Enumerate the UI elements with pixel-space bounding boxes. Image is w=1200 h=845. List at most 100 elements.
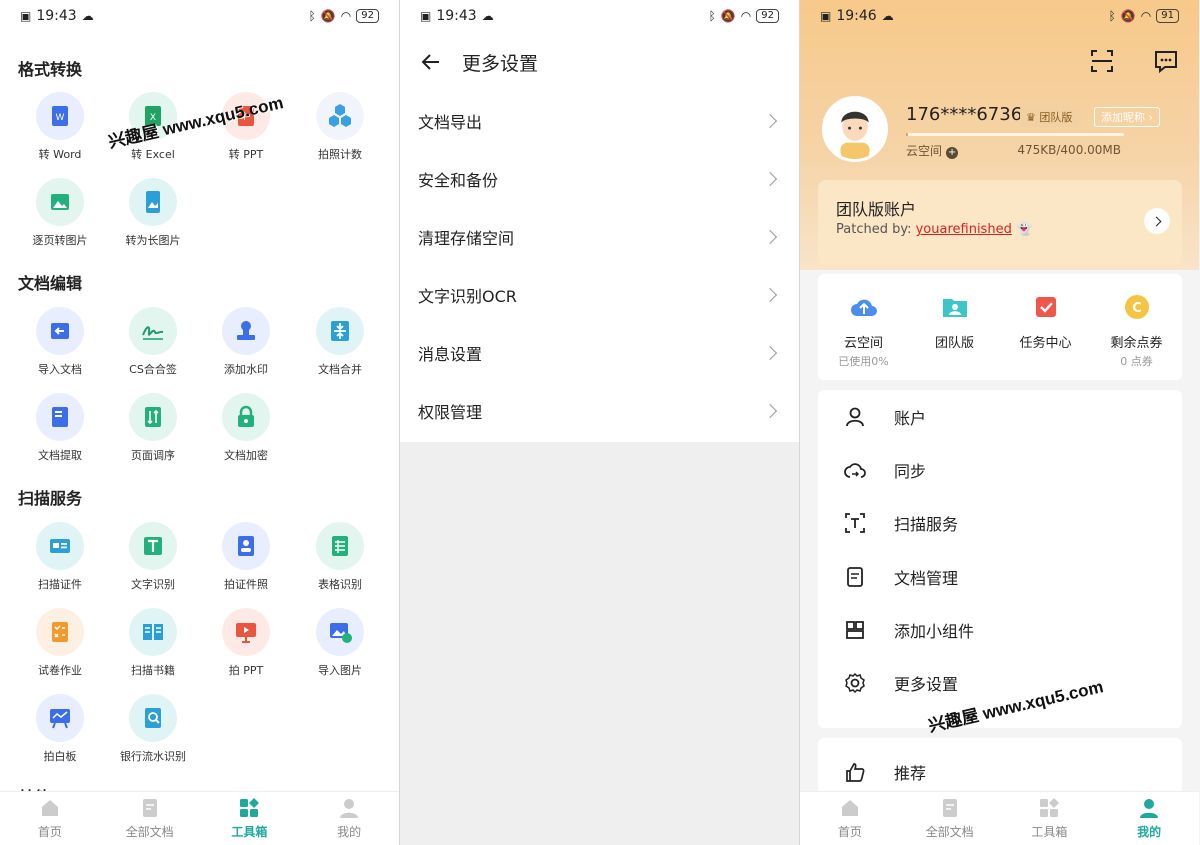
tool-import-doc[interactable]: 导入文档 — [14, 307, 106, 377]
scan-icon[interactable] — [1089, 48, 1115, 74]
tool-whiteboard[interactable]: 拍白板 — [14, 694, 106, 764]
portrait-icon — [222, 522, 270, 570]
merge-icon — [316, 307, 364, 355]
team-arrow-button[interactable] — [1144, 208, 1170, 234]
team-badge: ♛ 团队版 — [1020, 107, 1079, 127]
quick-points[interactable]: C 剩余点券 0 点券 — [1091, 274, 1182, 380]
menu-doc-management[interactable]: 文档管理 — [818, 550, 1182, 603]
menu-add-widget[interactable]: 添加小组件 — [818, 603, 1182, 656]
setting-doc-export[interactable]: 文档导出 — [400, 92, 799, 150]
tab-label: 工具箱 — [231, 825, 268, 839]
tab-label: 我的 — [1137, 825, 1162, 839]
patched-author-link[interactable]: youarefinished — [916, 222, 1012, 237]
toolbox-icon — [240, 798, 260, 817]
tool-table-ocr[interactable]: 表格识别 — [294, 522, 386, 592]
tab-all-docs[interactable]: 全部文档 — [900, 792, 1000, 845]
setting-label: 消息设置 — [418, 345, 483, 364]
setting-label: 清理存储空间 — [418, 229, 515, 248]
tool-reorder[interactable]: 页面调序 — [107, 393, 199, 463]
coin-icon: C — [1124, 295, 1149, 319]
thumbs-up-icon — [846, 763, 865, 782]
tab-toolbox[interactable]: 工具箱 — [200, 792, 300, 845]
tool-label: 导入图片 — [318, 664, 362, 677]
mute-icon: 🔕 — [1120, 9, 1136, 23]
table-icon — [316, 522, 364, 570]
quick-cloud[interactable]: 云空间 已使用0% — [818, 274, 909, 380]
tab-home[interactable]: 首页 — [0, 792, 100, 845]
tool-to-word[interactable]: W 转 Word — [14, 92, 106, 162]
tool-photo-ppt[interactable]: 拍 PPT — [200, 608, 292, 678]
setting-ocr[interactable]: 文字识别OCR — [400, 266, 799, 324]
tab-label: 首页 — [837, 825, 862, 839]
tool-label: 拍 PPT — [228, 664, 264, 677]
back-arrow-icon[interactable] — [420, 51, 442, 73]
sim-icon: ▣ — [20, 9, 32, 23]
tool-exam[interactable]: 试卷作业 — [14, 608, 106, 678]
tool-label: 页面调序 — [131, 449, 175, 462]
tool-page-to-image[interactable]: 逐页转图片 — [14, 178, 106, 248]
book-icon — [129, 608, 177, 656]
tool-label: 拍白板 — [43, 750, 77, 763]
tool-cs-sign[interactable]: CS合合签 — [107, 307, 199, 377]
tab-home[interactable]: 首页 — [800, 792, 900, 845]
cloud-space-link[interactable]: 云空间 + — [906, 142, 959, 159]
menu-sync[interactable]: 同步 — [818, 443, 1182, 496]
tool-watermark[interactable]: 添加水印 — [200, 307, 292, 377]
tab-mine[interactable]: 我的 — [299, 792, 399, 845]
tool-merge[interactable]: 文档合并 — [294, 307, 386, 377]
home-icon — [41, 800, 58, 816]
tool-bank-ocr[interactable]: 银行流水识别 — [107, 694, 199, 764]
tab-toolbox[interactable]: 工具箱 — [1000, 792, 1100, 845]
cloud-upload-icon — [850, 299, 877, 316]
widget-icon — [846, 620, 864, 639]
tool-photo-count[interactable]: 拍照计数 — [294, 92, 386, 162]
quick-team[interactable]: 团队版 — [909, 274, 1000, 380]
tab-mine[interactable]: 我的 — [1099, 792, 1199, 845]
avatar-illustration — [825, 99, 885, 159]
page-title: 更多设置 — [462, 52, 539, 75]
tab-label: 全部文档 — [925, 825, 974, 839]
setting-security-backup[interactable]: 安全和备份 — [400, 150, 799, 208]
tool-import-image[interactable]: 导入图片 — [294, 608, 386, 678]
long-image-icon — [129, 178, 177, 226]
import-image-icon — [316, 608, 364, 656]
tab-label: 工具箱 — [1031, 825, 1068, 839]
tool-scan-id[interactable]: 扫描证件 — [14, 522, 106, 592]
document-icon — [142, 799, 157, 817]
text-icon — [129, 522, 177, 570]
setting-message[interactable]: 消息设置 — [400, 324, 799, 382]
import-doc-icon — [36, 307, 84, 355]
team-title: 团队版账户 — [836, 200, 917, 219]
message-icon[interactable] — [1153, 48, 1179, 74]
tool-encrypt[interactable]: 文档加密 — [200, 393, 292, 463]
tab-bar: 首页 全部文档 工具箱 我的 — [800, 791, 1199, 845]
storage-progress-fill — [906, 133, 909, 136]
tool-ocr[interactable]: 文字识别 — [107, 522, 199, 592]
setting-clear-storage[interactable]: 清理存储空间 — [400, 208, 799, 266]
empty-area — [400, 442, 799, 845]
svg-text:C: C — [1132, 301, 1142, 316]
tool-id-photo[interactable]: 拍证件照 — [200, 522, 292, 592]
menu-scan-service[interactable]: 扫描服务 — [818, 497, 1182, 550]
wifi-icon: ◠ — [1140, 9, 1152, 23]
tab-all-docs[interactable]: 全部文档 — [100, 792, 200, 845]
settings-header: 更多设置 — [400, 32, 799, 92]
tab-label: 我的 — [337, 825, 362, 839]
svg-text:W: W — [56, 113, 65, 123]
chevron-right-icon — [762, 171, 778, 187]
add-nickname-button[interactable]: 添加昵称 › — [1094, 107, 1160, 127]
quick-tasks[interactable]: 任务中心 — [1000, 274, 1091, 380]
tool-extract[interactable]: 文档提取 — [14, 393, 106, 463]
tool-scan-book[interactable]: 扫描书籍 — [107, 608, 199, 678]
chevron-right-icon — [762, 345, 778, 361]
tool-to-long-image[interactable]: 转为长图片 — [107, 178, 199, 248]
team-account-card[interactable]: 团队版账户 Patched by: youarefinished 👻 — [818, 180, 1182, 266]
setting-permissions[interactable]: 权限管理 — [400, 382, 799, 440]
plus-icon: + — [946, 147, 959, 159]
tool-label: 添加水印 — [224, 363, 268, 376]
menu-account[interactable]: 账户 — [818, 390, 1182, 443]
cloud-label: 云空间 — [906, 144, 943, 158]
quick-label: 任务中心 — [1019, 336, 1072, 351]
avatar[interactable] — [822, 96, 888, 162]
chevron-right-icon — [762, 287, 778, 303]
